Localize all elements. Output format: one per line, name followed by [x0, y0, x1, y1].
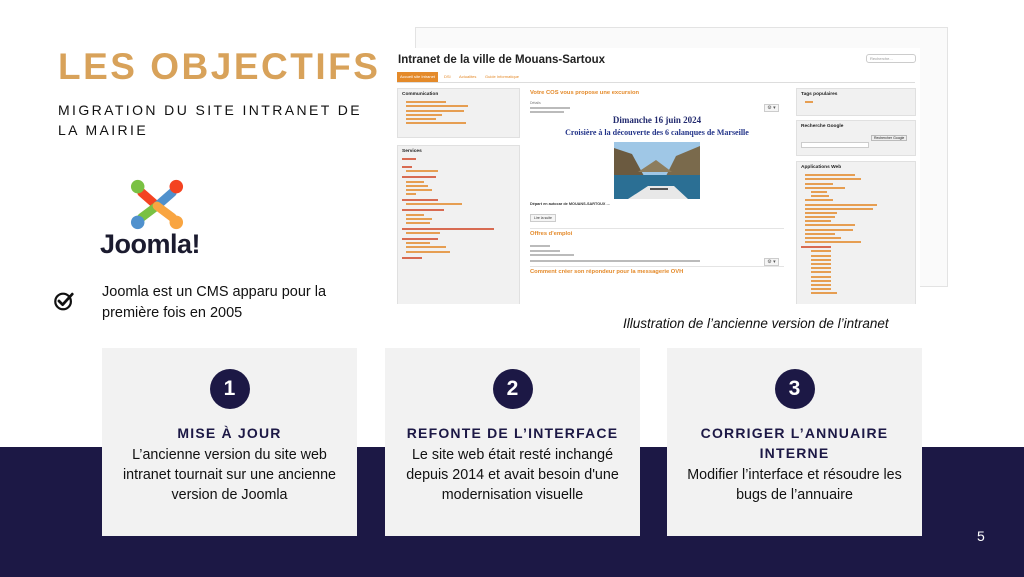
intranet-panel-title: Recherche Google — [801, 124, 844, 129]
intranet-search: Recherche... — [866, 54, 916, 63]
intranet-nav-dsi: DSI — [444, 74, 451, 79]
intranet-panel-title: Services — [402, 149, 422, 154]
intranet-nav-home: Accueil site Intranet — [397, 72, 438, 82]
intranet-article-heading: Votre COS vous propose une excursion — [530, 90, 640, 96]
intranet-article-meta: Détails — [530, 101, 541, 105]
intranet-panel-title: Applications Web — [801, 165, 842, 170]
intranet-right-panel-google: Recherche Google Rechercher Google — [796, 120, 916, 156]
gear-icon: ⚙ ▾ — [764, 104, 779, 112]
objective-card-2: 2 REFONTE DE L’INTERFACE Le site web éta… — [385, 348, 640, 536]
objective-title: MISE À JOUR — [177, 425, 282, 441]
objective-text: Modifier l’interface et résoudre les bug… — [687, 467, 902, 503]
intranet-departure: Départ en autocar de MOUANS-SARTOUX ... — [530, 202, 610, 207]
objective-title: CORRIGER L’ANNUAIRE INTERNE — [700, 425, 889, 461]
slide-subtitle: MIGRATION DU SITE INTRANET DE LA MAIRIE — [58, 102, 362, 138]
objective-text: Le site web était resté inchangé depuis … — [406, 447, 619, 503]
intranet-read-more: Lire la suite — [530, 214, 556, 223]
objective-number: 3 — [774, 369, 815, 409]
objective-title: REFONTE DE L’INTERFACE — [406, 425, 619, 441]
intranet-left-panel-services: Services — [397, 145, 520, 304]
intranet-nav: Accueil site Intranet DSI Actualites Gui… — [397, 72, 915, 83]
joomla-wordmark: Joomla! — [100, 229, 201, 259]
intranet-screenshot: Intranet de la ville de Mouans-Sartoux R… — [392, 48, 920, 304]
intranet-event-title: Croisière à la découverte des 6 calanque… — [565, 128, 749, 138]
intranet-right-panel-apps: Applications Web — [796, 161, 916, 304]
google-search-input — [801, 142, 869, 148]
intranet-nav-news: Actualites — [459, 74, 477, 79]
screenshot-caption: Illustration de l’ancienne version de l’… — [623, 316, 889, 331]
objective-card-1: 1 MISE À JOUR L’ancienne version du site… — [102, 348, 357, 536]
intranet-jobs-heading: Offres d'emploi — [530, 231, 573, 238]
objective-number: 1 — [209, 369, 250, 409]
intranet-main-content: Votre COS vous propose une excursion Dét… — [527, 88, 787, 304]
intranet-title: Intranet de la ville de Mouans-Sartoux — [398, 54, 606, 66]
intranet-event-date: Dimanche 16 juin 2024 — [612, 115, 702, 126]
objective-text: L’ancienne version du site web intranet … — [122, 447, 336, 503]
joomla-logo: Joomla! — [100, 177, 215, 259]
joomla-logo-icon — [130, 179, 184, 230]
intranet-nav-guide: Guide Informatique — [485, 74, 520, 79]
slide-title: LES OBJECTIFS — [58, 46, 381, 87]
gear-icon: ⚙ ▾ — [764, 258, 779, 266]
intranet-responder-heading: Comment créer son répondeur pour la mess… — [530, 268, 684, 275]
google-search-button: Rechercher Google — [871, 135, 908, 141]
joomla-description: Joomla est un CMS apparu pour la premièr… — [102, 284, 327, 321]
objective-card-3: 3 CORRIGER L’ANNUAIRE INTERNE Modifier l… — [667, 348, 922, 536]
intranet-left-panel-communication: Communication — [397, 88, 520, 138]
intranet-panel-title: Tags populaires — [801, 92, 838, 97]
page-number: 5 — [977, 528, 985, 544]
intranet-right-panel-tags: Tags populaires — [796, 88, 916, 116]
check-circle-icon — [54, 292, 74, 311]
calanques-photo — [614, 142, 700, 200]
intranet-panel-title: Communication — [402, 92, 439, 97]
objective-number: 2 — [492, 369, 533, 409]
